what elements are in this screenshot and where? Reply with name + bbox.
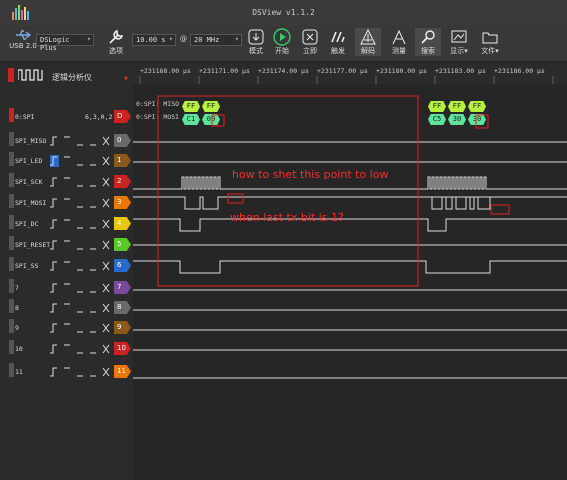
highlight-marker — [475, 114, 489, 129]
highlight-marker — [490, 204, 510, 215]
annotation-text: how to shet this point to low — [232, 168, 389, 181]
wave-ss — [133, 260, 567, 274]
highlight-marker — [227, 193, 244, 204]
annotation-text: when last tx bit is 1? — [230, 211, 344, 224]
wave-dc — [133, 218, 567, 232]
highlight-box — [157, 95, 419, 287]
waveforms — [133, 95, 567, 379]
highlight-marker — [211, 114, 225, 127]
wave-mosi — [133, 196, 567, 210]
